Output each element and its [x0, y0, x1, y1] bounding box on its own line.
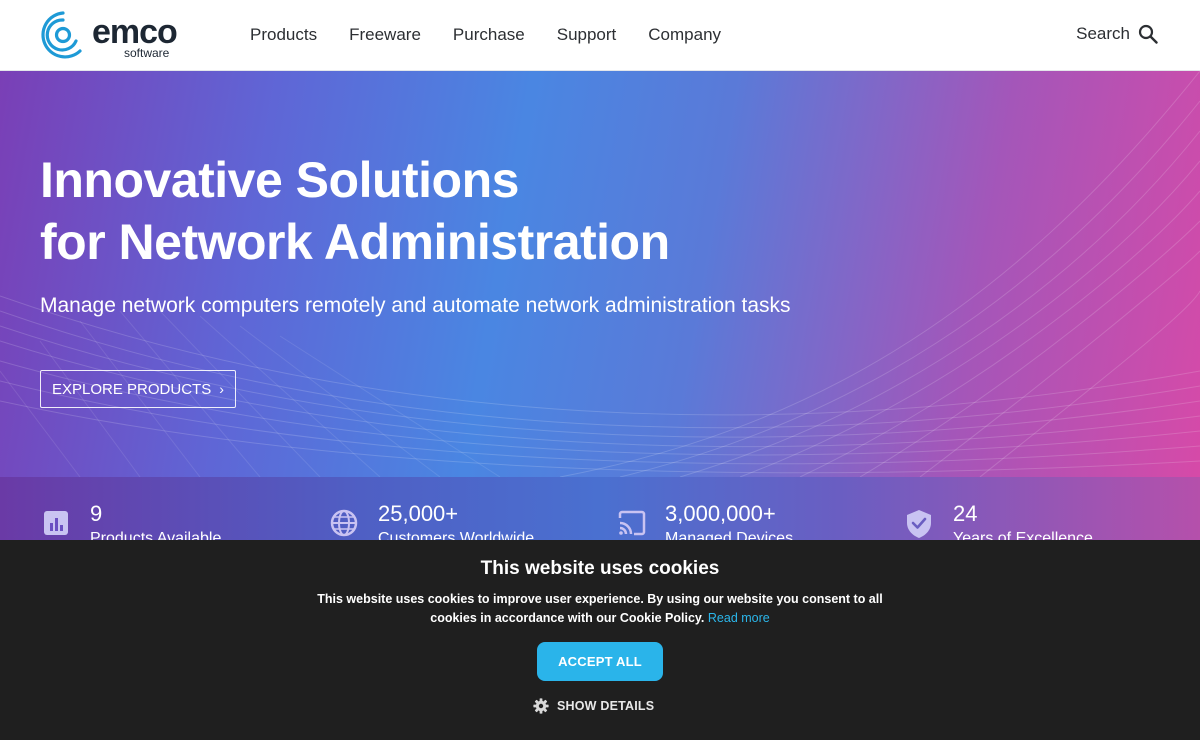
show-details-button[interactable]: SHOW DETAILS [533, 697, 654, 715]
search-label: Search [1076, 24, 1130, 43]
globe-icon [330, 509, 358, 537]
logo-subtitle: software [124, 46, 170, 60]
gear-icon [533, 698, 549, 714]
cookie-banner: This website uses cookies This website u… [0, 540, 1200, 740]
accept-all-button[interactable]: ACCEPT ALL [537, 642, 663, 681]
explore-products-label: EXPLORE PRODUCTS [52, 380, 212, 398]
stat-label: Managed Devices [665, 530, 794, 540]
search-button[interactable]: Search [1076, 23, 1158, 45]
cookie-message: This website uses cookies to improve use… [317, 592, 883, 625]
emco-logo[interactable]: emco software [40, 10, 190, 62]
read-more-link[interactable]: Read more [708, 611, 770, 625]
nav-products[interactable]: Products [250, 24, 317, 46]
site-header: emco software Products Freeware Purchase… [0, 0, 1200, 71]
hero-section: Innovative Solutions for Network Adminis… [0, 71, 1200, 477]
stat-value: 3,000,000+ [665, 501, 776, 526]
nav-freeware[interactable]: Freeware [349, 24, 421, 46]
stats-bar: 9 Products Available 25,000+ Customers W… [0, 477, 1200, 540]
stat-label: Years of Excellence [953, 530, 1093, 540]
nav-purchase[interactable]: Purchase [453, 24, 525, 46]
stat-value: 25,000+ [378, 501, 459, 526]
hero-title-line-2: for Network Administration [40, 214, 670, 270]
stat-value: 24 [953, 501, 978, 526]
stat-value: 9 [90, 501, 103, 526]
chevron-right-icon: › [219, 381, 224, 397]
hero-subtitle: Manage network computers remotely and au… [40, 294, 791, 317]
cookie-text: This website uses cookies to improve use… [300, 590, 900, 628]
show-details-label: SHOW DETAILS [557, 699, 655, 713]
stat-label: Customers Worldwide [378, 530, 535, 540]
hero-title: Innovative Solutions for Network Adminis… [40, 149, 670, 273]
nav-company[interactable]: Company [648, 24, 721, 46]
bar-chart-icon [44, 511, 68, 535]
search-icon [1138, 24, 1158, 44]
cast-icon [618, 510, 646, 536]
shield-check-icon [907, 510, 931, 538]
cookie-title: This website uses cookies [480, 558, 720, 579]
hero-title-line-1: Innovative Solutions [40, 152, 519, 208]
explore-products-button[interactable]: EXPLORE PRODUCTS › [40, 370, 236, 408]
emco-logo-icon [41, 11, 82, 59]
stat-label: Products Available [90, 530, 222, 540]
main-nav: Products Freeware Purchase Support Compa… [250, 24, 753, 46]
hero-mesh-background [0, 71, 1200, 477]
nav-support[interactable]: Support [557, 24, 617, 46]
